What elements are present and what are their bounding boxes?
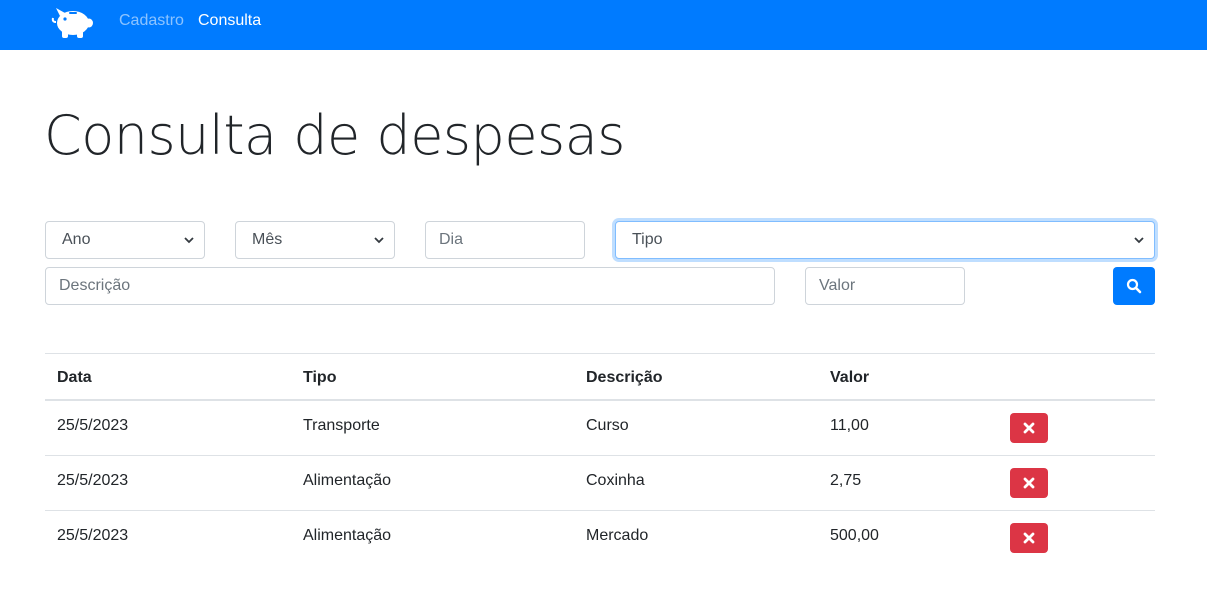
- search-icon: [1126, 278, 1142, 294]
- cell-data: 25/5/2023: [57, 527, 129, 544]
- mes-select-value: Mês: [252, 231, 283, 248]
- cell-tipo: Alimentação: [303, 472, 392, 489]
- cell-descricao: Curso: [586, 417, 629, 434]
- chevron-down-icon: [1134, 237, 1144, 244]
- table-row: 25/5/2023 Alimentação Mercado 500,00: [45, 511, 1155, 566]
- times-icon: [1023, 477, 1035, 489]
- table-top-border: [45, 353, 1155, 354]
- table-row: 25/5/2023 Alimentação Coxinha 2,75: [45, 456, 1155, 511]
- delete-button[interactable]: [1010, 523, 1048, 553]
- nav-link-consulta[interactable]: Consulta: [198, 12, 261, 30]
- times-icon: [1023, 422, 1035, 434]
- delete-button[interactable]: [1010, 468, 1048, 498]
- cell-data: 25/5/2023: [57, 472, 129, 489]
- piggy-bank-icon[interactable]: [50, 2, 94, 40]
- nav-link-cadastro[interactable]: Cadastro: [119, 12, 184, 30]
- mes-select[interactable]: Mês: [235, 221, 395, 259]
- cell-descricao: Mercado: [586, 527, 649, 544]
- cell-valor: 2,75: [830, 472, 862, 489]
- tipo-select[interactable]: Tipo: [615, 221, 1155, 259]
- header-valor: Valor: [830, 369, 870, 386]
- header-data: Data: [57, 369, 92, 386]
- header-tipo: Tipo: [303, 369, 337, 386]
- table-row: 25/5/2023 Transporte Curso 11,00: [45, 401, 1155, 456]
- times-icon: [1023, 532, 1035, 544]
- cell-tipo: Alimentação: [303, 527, 392, 544]
- valor-placeholder: Valor: [819, 277, 856, 294]
- page-title: Consulta de despesas: [44, 104, 625, 167]
- chevron-down-icon: [184, 237, 194, 244]
- cell-tipo: Transporte: [303, 417, 380, 434]
- header-descricao: Descrição: [586, 369, 663, 386]
- chevron-down-icon: [374, 237, 384, 244]
- cell-valor: 11,00: [830, 417, 869, 434]
- dia-placeholder: Dia: [439, 231, 464, 248]
- descricao-placeholder: Descrição: [59, 277, 131, 294]
- tipo-select-value: Tipo: [632, 231, 663, 248]
- dia-input[interactable]: Dia: [425, 221, 585, 259]
- cell-valor: 500,00: [830, 527, 879, 544]
- ano-select-value: Ano: [62, 231, 91, 248]
- valor-input[interactable]: Valor: [805, 267, 965, 305]
- ano-select[interactable]: Ano: [45, 221, 205, 259]
- cell-data: 25/5/2023: [57, 417, 129, 434]
- cell-descricao: Coxinha: [586, 472, 645, 489]
- navbar: Cadastro Consulta: [0, 0, 1207, 50]
- descricao-input[interactable]: Descrição: [45, 267, 775, 305]
- search-button[interactable]: [1113, 267, 1155, 305]
- delete-button[interactable]: [1010, 413, 1048, 443]
